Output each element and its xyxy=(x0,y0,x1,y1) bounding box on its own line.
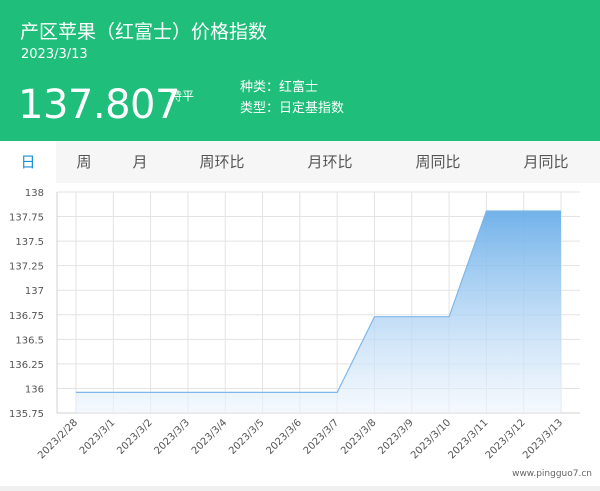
y-tick-label: 138 xyxy=(25,188,44,199)
page-title: 产区苹果（红富士）价格指数 xyxy=(20,21,268,43)
tab-month[interactable]: 月 xyxy=(118,141,162,183)
header: 产区苹果（红富士）价格指数 2023/3/13 137.807 持平 种类：红富… xyxy=(0,0,600,141)
period-tabs: 日 周 月 周环比 月环比 周同比 月同比 xyxy=(0,141,600,183)
variety-label: 种类： xyxy=(240,80,280,95)
x-tick-label: 2023/2/28 xyxy=(36,417,80,461)
y-tick-label: 137.5 xyxy=(15,237,44,248)
y-tick-label: 136 xyxy=(25,384,44,395)
variety-value: 红富士 xyxy=(279,80,319,95)
date-label: 2023/3/13 xyxy=(21,47,88,62)
x-tick-label: 2023/3/7 xyxy=(302,417,342,457)
tab-week-year-over-year[interactable]: 周同比 xyxy=(404,141,472,183)
type-label: 类型： xyxy=(240,101,280,116)
tab-week-over-week[interactable]: 周环比 xyxy=(188,141,256,183)
footer-bar xyxy=(0,486,600,491)
variety-info: 种类：红富士 xyxy=(240,79,318,97)
y-tick-label: 137.25 xyxy=(9,262,44,273)
tab-day[interactable]: 日 xyxy=(0,141,56,183)
type-info: 类型：日定基指数 xyxy=(240,100,344,118)
tab-month-year-over-year[interactable]: 月同比 xyxy=(512,141,580,183)
y-tick-label: 136.75 xyxy=(9,311,44,322)
y-tick-label: 135.75 xyxy=(9,409,44,420)
watermark: www.pingguo7.cn xyxy=(512,469,592,479)
tab-week[interactable]: 周 xyxy=(62,141,106,183)
type-value: 日定基指数 xyxy=(279,101,345,116)
y-tick-label: 137 xyxy=(25,286,44,297)
x-tick-label: 2023/3/5 xyxy=(227,417,267,457)
chart-svg: 138 137.75 137.5 137.25 137 136.75 136.5 136.25… xyxy=(9,188,592,479)
tab-month-over-month[interactable]: 月环比 xyxy=(296,141,364,183)
price-value: 137.807 xyxy=(18,82,180,128)
x-tick-label: 2023/3/13 xyxy=(521,417,565,461)
x-tick-label: 2023/3/8 xyxy=(339,417,379,457)
x-tick-label: 2023/3/2 xyxy=(115,417,155,457)
change-status: 持平 xyxy=(170,89,195,103)
x-tick-label: 2023/3/1 xyxy=(78,417,118,457)
x-tick-label: 2023/3/3 xyxy=(153,417,193,457)
x-tick-label: 2023/3/9 xyxy=(376,417,416,457)
price-chart: 138 137.75 137.5 137.25 137 136.75 136.5 136.25… xyxy=(0,183,600,483)
y-tick-label: 136.25 xyxy=(9,360,44,371)
x-tick-label: 2023/3/6 xyxy=(264,417,304,457)
x-tick-label: 2023/3/4 xyxy=(190,417,230,457)
y-tick-label: 137.75 xyxy=(9,213,44,224)
y-tick-label: 136.5 xyxy=(15,335,44,346)
